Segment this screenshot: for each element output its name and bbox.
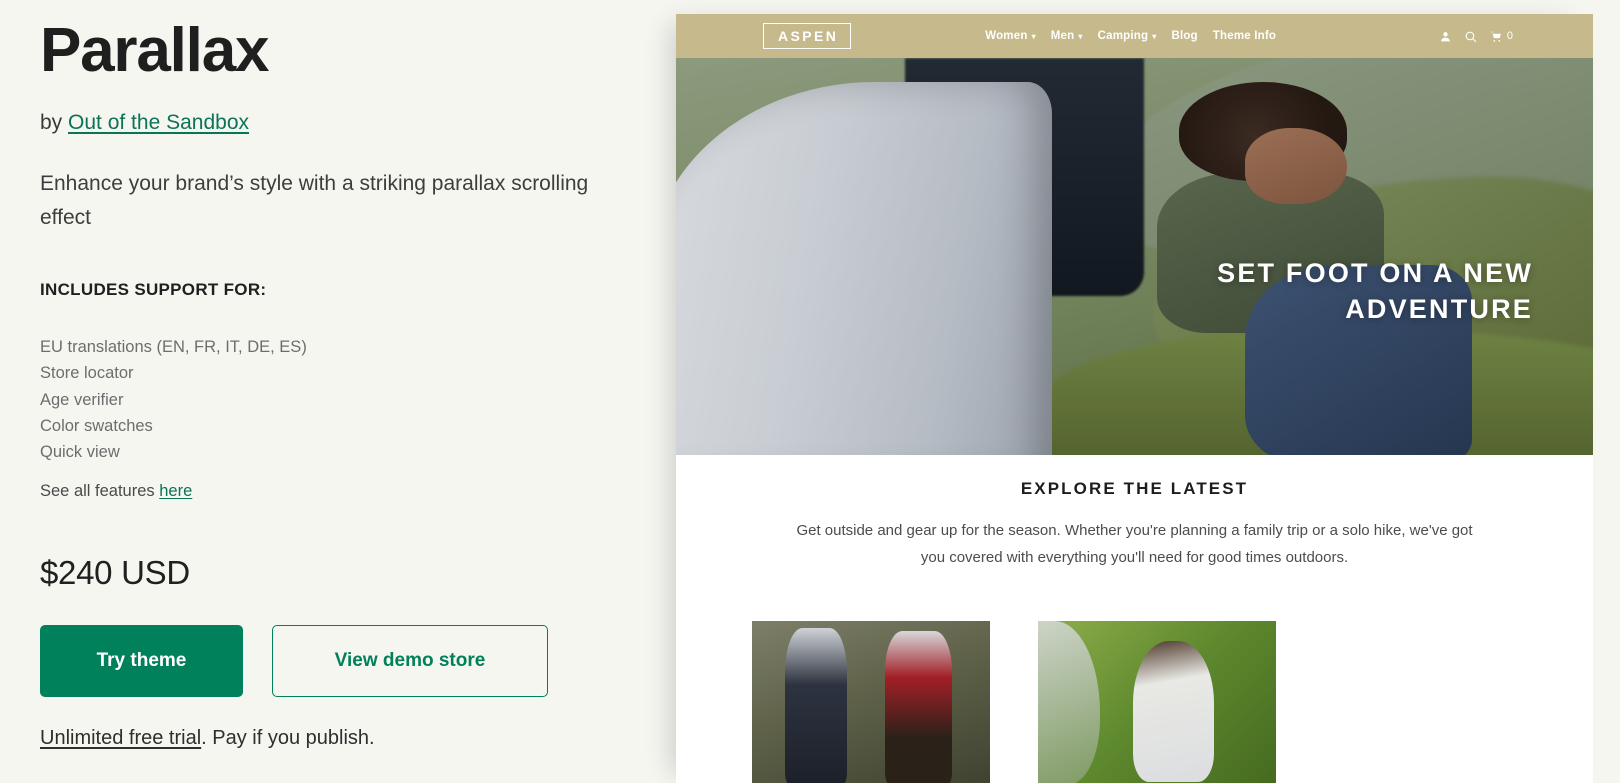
product-tiles [752,621,1276,783]
hero-headline: SET FOOT ON A NEW ADVENTURE [1217,258,1533,324]
nav-item-theme-info[interactable]: Theme Info [1213,30,1276,42]
storefront-navbar: ASPEN Women ▾ Men ▾ Camping ▾ Blog Theme… [676,14,1593,58]
nav-item-label: Women [985,30,1028,42]
section-body-text: Get outside and gear up for the season. … [796,522,1473,566]
list-item: Age verifier [40,390,124,409]
author-link[interactable]: Out of the Sandbox [68,111,249,134]
nav-item-label: Camping [1097,30,1149,42]
storefront-nav-links: Women ▾ Men ▾ Camping ▾ Blog Theme Info [985,30,1276,42]
storefront-nav-icons: 0 [1439,30,1513,43]
search-icon[interactable] [1464,30,1477,43]
section-heading: EXPLORE THE LATEST [1020,479,1249,498]
try-theme-button[interactable]: Try theme [40,625,243,697]
page-title: Parallax [40,16,269,85]
list-item: EU translations (EN, FR, IT, DE, ES) [40,338,307,356]
see-all-features-link[interactable]: here [159,482,192,500]
theme-detail-page: Parallax by Out of the Sandbox Enhance y… [0,0,1620,783]
cart-icon [1490,31,1501,42]
theme-info-panel: Parallax by Out of the Sandbox Enhance y… [0,0,676,783]
nav-item-women[interactable]: Women ▾ [985,30,1036,42]
byline: by Out of the Sandbox [40,108,249,137]
includes-support-heading: INCLUDES SUPPORT FOR: [40,280,267,299]
chevron-down-icon: ▾ [1078,31,1083,41]
list-item: Quick view [40,443,120,462]
feature-list: EU translations (EN, FR, IT, DE, ES) Sto… [40,334,307,465]
trial-note-rest: . Pay if you publish. [201,727,375,749]
theme-preview-panel[interactable]: ASPEN Women ▾ Men ▾ Camping ▾ Blog Theme… [676,14,1593,783]
nav-item-camping[interactable]: Camping ▾ [1098,30,1157,42]
chevron-down-icon: ▾ [1152,31,1157,41]
see-all-label: See all features [40,482,155,500]
nav-item-blog[interactable]: Blog [1171,30,1197,42]
action-buttons: Try theme View demo store [40,625,548,697]
storefront-logo[interactable]: ASPEN [763,23,852,49]
product-tile[interactable] [752,621,990,783]
see-all-features: See all features here [40,482,192,501]
storefront-content-section: EXPLORE THE LATEST Get outside and gear … [676,455,1593,783]
nav-item-label: Men [1050,30,1075,42]
list-item: Color swatches [40,416,153,435]
theme-tagline: Enhance your brand’s style with a striki… [40,172,589,230]
theme-price: $240 USD [40,554,190,591]
chevron-down-icon: ▾ [1031,31,1036,41]
list-item: Store locator [40,364,134,383]
trial-note: Unlimited free trial. Pay if you publish… [40,727,375,750]
byline-prefix: by [40,111,63,134]
view-demo-store-button[interactable]: View demo store [272,625,548,697]
cart-button[interactable]: 0 [1489,30,1513,43]
nav-item-men[interactable]: Men ▾ [1051,30,1083,42]
cart-count: 0 [1506,30,1513,42]
account-icon[interactable] [1439,30,1452,43]
storefront-hero: SET FOOT ON A NEW ADVENTURE [676,58,1593,455]
unlimited-free-trial-link[interactable]: Unlimited free trial [40,727,201,749]
product-tile[interactable] [1038,621,1276,783]
